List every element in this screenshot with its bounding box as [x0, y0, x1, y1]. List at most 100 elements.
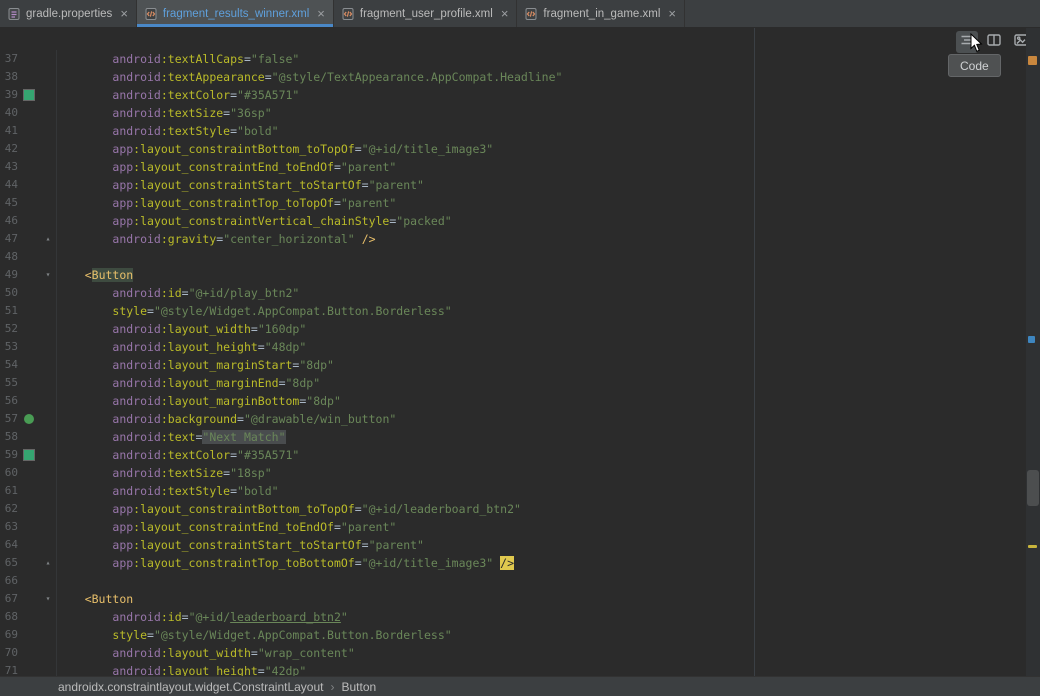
line-number[interactable]: 38 [0, 68, 18, 86]
editor-tab[interactable]: fragment_user_profile.xml × [334, 0, 518, 27]
line-number[interactable]: 50 [0, 284, 18, 302]
line-number[interactable]: 55 [0, 374, 18, 392]
gutter-icon-slot [18, 482, 40, 500]
editor-tab[interactable]: fragment_results_winner.xml× [137, 0, 334, 27]
code-line: 61 android:textStyle="bold" [0, 482, 1026, 500]
scrollbar-thumb[interactable] [1027, 470, 1039, 506]
code-token: "@+id/title_image3" [362, 142, 494, 156]
line-number[interactable]: 52 [0, 320, 18, 338]
editor-tab[interactable]: gradle.properties× [0, 0, 137, 27]
code-line: 53 android:layout_height="48dp" [0, 338, 1026, 356]
fold-slot [40, 284, 56, 302]
color-swatch-icon[interactable] [18, 86, 40, 104]
code-lines[interactable]: 37 android:textAllCaps="false"38 android… [0, 50, 1026, 676]
code-token: android [112, 340, 160, 354]
xml-file-icon [144, 7, 158, 21]
line-number[interactable]: 41 [0, 122, 18, 140]
line-number[interactable]: 53 [0, 338, 18, 356]
color-swatch-icon[interactable] [18, 446, 40, 464]
line-number[interactable]: 48 [0, 248, 18, 266]
code-token: "center_horizontal" [223, 232, 355, 246]
editor-tab[interactable]: fragment_in_game.xml× [517, 0, 685, 27]
code-token: "bold" [237, 484, 279, 498]
stripe-mark[interactable] [1028, 56, 1037, 65]
line-number[interactable]: 59 [0, 446, 18, 464]
fold-slot [40, 428, 56, 446]
line-number[interactable]: 46 [0, 212, 18, 230]
gutter-icon-slot [18, 626, 40, 644]
close-tab-icon[interactable]: × [668, 7, 676, 20]
code-line: 45 app:layout_constraintTop_toTopOf="par… [0, 194, 1026, 212]
code-token: android [112, 358, 160, 372]
split-view-button[interactable] [983, 31, 1005, 53]
close-tab-icon[interactable]: × [317, 7, 325, 20]
code-token [355, 232, 362, 246]
fold-marker-icon[interactable]: ▾ [40, 590, 56, 608]
line-number[interactable]: 56 [0, 392, 18, 410]
code-token: app [112, 160, 133, 174]
line-number[interactable]: 44 [0, 176, 18, 194]
fold-marker-icon[interactable]: ▾ [40, 266, 56, 284]
line-number[interactable]: 61 [0, 482, 18, 500]
code-token: :textStyle [161, 484, 230, 498]
code-token: = [251, 322, 258, 336]
line-number[interactable]: 43 [0, 158, 18, 176]
breadcrumb-item[interactable]: Button [342, 680, 377, 694]
line-number[interactable]: 69 [0, 626, 18, 644]
fold-marker-icon[interactable]: ▴ [40, 554, 56, 572]
tab-label: fragment_user_profile.xml [360, 8, 493, 20]
line-number[interactable]: 42 [0, 140, 18, 158]
line-number[interactable]: 65 [0, 554, 18, 572]
line-number[interactable]: 67 [0, 590, 18, 608]
code-line: 60 android:textSize="18sp" [0, 464, 1026, 482]
code-token: = [355, 142, 362, 156]
code-token: = [334, 196, 341, 210]
code-token: "160dp" [258, 322, 306, 336]
drawable-preview-icon[interactable] [18, 410, 40, 428]
line-number[interactable]: 57 [0, 410, 18, 428]
breadcrumb-item[interactable]: androidx.constraintlayout.widget.Constra… [58, 680, 324, 694]
fold-slot [40, 86, 56, 104]
code-token: = [334, 160, 341, 174]
line-number[interactable]: 68 [0, 608, 18, 626]
fold-slot [40, 536, 56, 554]
line-number[interactable]: 49 [0, 266, 18, 284]
line-number[interactable]: 62 [0, 500, 18, 518]
code-token: = [355, 502, 362, 516]
line-number[interactable]: 58 [0, 428, 18, 446]
code-token: android [112, 484, 160, 498]
line-number[interactable]: 63 [0, 518, 18, 536]
stripe-mark[interactable] [1028, 545, 1037, 548]
code-line: 69 style="@style/Widget.AppCompat.Button… [0, 626, 1026, 644]
line-number[interactable]: 71 [0, 662, 18, 676]
gutter-icon-slot [18, 662, 40, 676]
line-number[interactable]: 64 [0, 536, 18, 554]
fold-slot [40, 374, 56, 392]
line-number[interactable]: 70 [0, 644, 18, 662]
code-token: /> [500, 556, 514, 570]
code-text: app:layout_constraintBottom_toTopOf="@+i… [56, 140, 1026, 158]
code-token: :layout_constraintBottom_toTopOf [133, 142, 355, 156]
error-stripe[interactable] [1026, 28, 1040, 676]
line-number[interactable]: 45 [0, 194, 18, 212]
gutter-icon-slot [18, 68, 40, 86]
code-token: "48dp" [265, 340, 307, 354]
close-tab-icon[interactable]: × [120, 7, 128, 20]
line-number[interactable]: 60 [0, 464, 18, 482]
line-number[interactable]: 39 [0, 86, 18, 104]
code-text: app:layout_constraintEnd_toEndOf="parent… [56, 518, 1026, 536]
fold-marker-icon[interactable]: ▴ [40, 230, 56, 248]
line-number[interactable]: 66 [0, 572, 18, 590]
line-number[interactable]: 54 [0, 356, 18, 374]
close-tab-icon[interactable]: × [501, 7, 509, 20]
line-number[interactable]: 40 [0, 104, 18, 122]
line-number[interactable]: 47 [0, 230, 18, 248]
code-line: 48 [0, 248, 1026, 266]
gutter-icon-slot [18, 608, 40, 626]
line-number[interactable]: 51 [0, 302, 18, 320]
fold-slot [40, 392, 56, 410]
line-number[interactable]: 37 [0, 50, 18, 68]
code-line: 42 app:layout_constraintBottom_toTopOf="… [0, 140, 1026, 158]
stripe-mark[interactable] [1028, 336, 1035, 343]
code-token: :textColor [161, 88, 230, 102]
